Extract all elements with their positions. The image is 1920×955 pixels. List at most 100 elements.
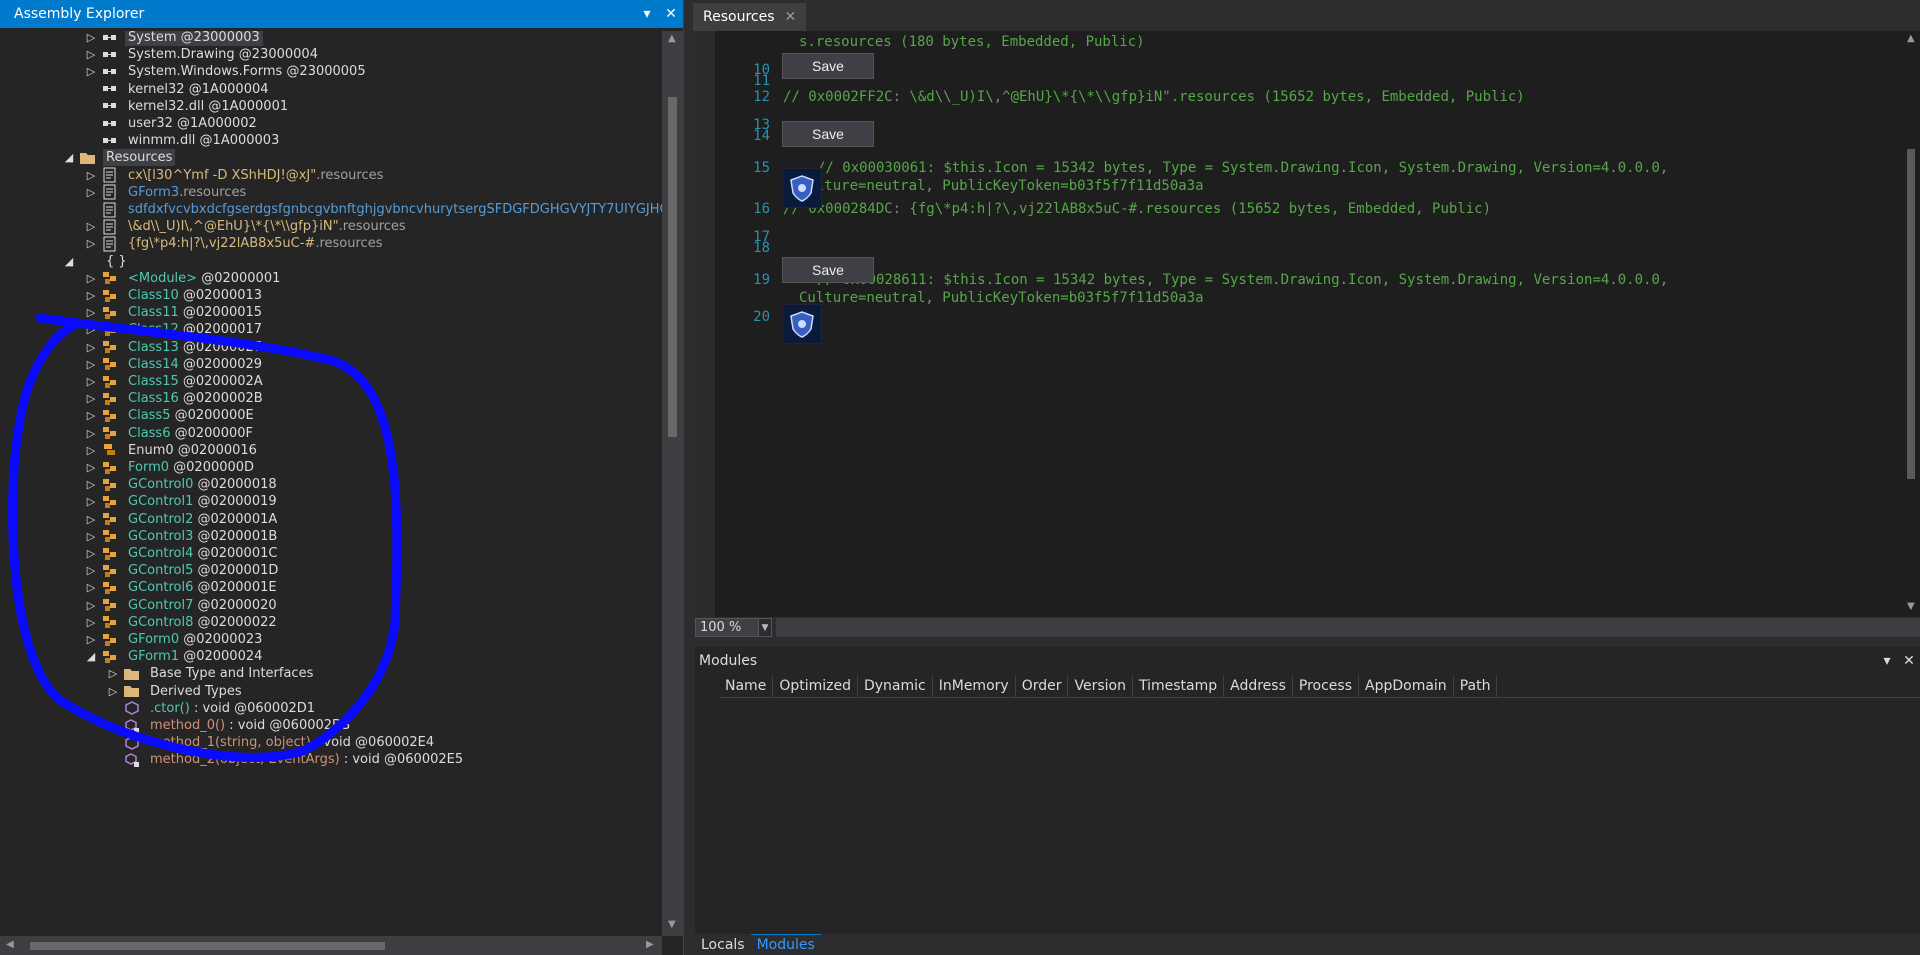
save-button[interactable]: Save: [782, 53, 874, 79]
expand-arrow-icon[interactable]: ▷: [85, 220, 97, 233]
collapse-arrow-icon[interactable]: ◢: [63, 151, 75, 164]
expand-arrow-icon[interactable]: ▷: [85, 31, 97, 44]
scroll-down-icon[interactable]: ▼: [668, 919, 676, 930]
expand-arrow-icon[interactable]: ▷: [85, 478, 97, 491]
tree-node-name: {fg\*p4:h|?\,vj22lAB8x5uC-#: [128, 236, 316, 252]
scrollbar-thumb[interactable]: [30, 942, 385, 950]
reference-icon: [101, 98, 119, 114]
scrollbar-thumb[interactable]: [668, 97, 677, 437]
expand-arrow-icon[interactable]: ▷: [85, 48, 97, 61]
scroll-left-icon[interactable]: ◀: [6, 939, 14, 950]
expand-arrow-icon[interactable]: ▷: [85, 599, 97, 612]
column-header[interactable]: Order: [1016, 675, 1069, 697]
scroll-down-icon[interactable]: ▼: [1907, 601, 1915, 612]
tab-resources[interactable]: Resources ✕: [693, 3, 807, 31]
column-header[interactable]: Timestamp: [1133, 675, 1225, 697]
tree-node-name: Enum0: [128, 442, 174, 458]
tree-node-name: GControl7: [128, 597, 194, 613]
expand-arrow-icon[interactable]: ▷: [85, 444, 97, 457]
class-icon: [101, 374, 119, 390]
expand-arrow-icon[interactable]: ▷: [107, 667, 119, 680]
expand-arrow-icon[interactable]: ▷: [85, 461, 97, 474]
tree-node-detail: .resources: [338, 219, 406, 235]
column-header[interactable]: Address: [1224, 675, 1293, 697]
tree-node[interactable]: ▷ {fg\*p4:h|?\,vj22lAB8x5uC-#.resources: [85, 233, 385, 254]
dropdown-icon[interactable]: ▾: [1876, 653, 1898, 669]
line-number: 11: [753, 73, 770, 89]
editor-vertical-scrollbar[interactable]: ▲ ▼: [1902, 31, 1920, 617]
tree-horizontal-scrollbar[interactable]: ◀ ▶: [0, 936, 662, 955]
chevron-down-icon[interactable]: ▼: [758, 618, 772, 637]
expand-arrow-icon[interactable]: ▷: [85, 341, 97, 354]
tree-node[interactable]: method_2(object, EventArgs) : void @0600…: [107, 749, 466, 770]
editor-horizontal-scrollbar[interactable]: [776, 618, 1920, 637]
save-button[interactable]: Save: [782, 257, 874, 283]
column-header[interactable]: Name: [719, 675, 774, 697]
expand-arrow-icon[interactable]: ▷: [85, 530, 97, 543]
expand-arrow-icon[interactable]: ▷: [85, 306, 97, 319]
tree-node-detail: @1A000002: [172, 116, 257, 131]
tab-locals[interactable]: Locals: [695, 934, 751, 955]
expand-arrow-icon[interactable]: ▷: [85, 427, 97, 440]
line-number: 19: [753, 272, 770, 288]
column-header[interactable]: Dynamic: [858, 675, 933, 697]
column-header[interactable]: AppDomain: [1359, 675, 1454, 697]
tree-vertical-scrollbar[interactable]: ▲ ▼: [662, 31, 683, 936]
resource-code-view[interactable]: s.resources (180 bytes, Embedded, Public…: [695, 31, 1920, 617]
bottom-tabs: Locals Modules: [695, 934, 821, 955]
expand-arrow-icon[interactable]: ▷: [85, 495, 97, 508]
dropdown-icon[interactable]: ▾: [635, 6, 659, 22]
class-icon: [101, 528, 119, 544]
close-tab-icon[interactable]: ✕: [785, 9, 797, 25]
expand-arrow-icon[interactable]: ▷: [107, 685, 119, 698]
expand-arrow-icon[interactable]: ▷: [85, 272, 97, 285]
tree-node-name: GForm3: [128, 184, 180, 200]
column-header[interactable]: Optimized: [773, 675, 858, 697]
expand-arrow-icon[interactable]: ▷: [85, 513, 97, 526]
expand-arrow-icon[interactable]: ▷: [85, 633, 97, 646]
collapse-arrow-icon[interactable]: ◢: [85, 650, 97, 663]
scroll-up-icon[interactable]: ▲: [1907, 33, 1915, 44]
expand-arrow-icon[interactable]: ▷: [85, 237, 97, 250]
expand-arrow-icon[interactable]: ▷: [85, 169, 97, 182]
tree-node-detail: @02000018: [193, 477, 277, 493]
column-header[interactable]: InMemory: [933, 675, 1016, 697]
tree-node-detail: @02000029: [178, 356, 263, 372]
tree-node-detail: @23000003: [176, 31, 260, 45]
expand-arrow-icon[interactable]: ▷: [85, 616, 97, 629]
method-icon: [123, 735, 141, 751]
scrollbar-thumb[interactable]: [1907, 149, 1915, 479]
tree-node-detail: : void @060002E4: [310, 735, 435, 751]
tree-node-name: Base Type and Interfaces: [150, 666, 314, 682]
tree-node-detail: @0200001E: [193, 580, 277, 596]
scroll-right-icon[interactable]: ▶: [646, 939, 654, 950]
expand-arrow-icon[interactable]: ▷: [85, 65, 97, 78]
expand-arrow-icon[interactable]: ▷: [85, 581, 97, 594]
save-button[interactable]: Save: [782, 121, 874, 147]
class-icon: [101, 580, 119, 596]
tree-node-detail: @02000015: [178, 305, 263, 321]
tree-node-name: kernel32: [128, 81, 185, 97]
tab-modules[interactable]: Modules: [750, 934, 821, 955]
expand-arrow-icon[interactable]: ▷: [85, 375, 97, 388]
expand-arrow-icon[interactable]: ▷: [85, 358, 97, 371]
expand-arrow-icon[interactable]: ▷: [85, 547, 97, 560]
class-icon: [101, 408, 119, 424]
column-header[interactable]: Process: [1293, 675, 1359, 697]
expand-arrow-icon[interactable]: ▷: [85, 392, 97, 405]
expand-arrow-icon[interactable]: ▷: [85, 289, 97, 302]
tree-node-name: Class16: [128, 391, 179, 407]
scroll-up-icon[interactable]: ▲: [668, 33, 676, 44]
assembly-tree[interactable]: ▷ System @23000003 ▷ System.Drawing @230000…: [0, 31, 662, 936]
column-header[interactable]: Version: [1068, 675, 1133, 697]
expand-arrow-icon[interactable]: ▷: [85, 564, 97, 577]
close-icon[interactable]: ✕: [659, 6, 683, 22]
expand-arrow-icon[interactable]: ▷: [85, 409, 97, 422]
tree-node-name: System: [128, 31, 177, 45]
zoom-level[interactable]: 100 %: [695, 618, 759, 637]
collapse-arrow-icon[interactable]: ◢: [63, 255, 75, 268]
expand-arrow-icon[interactable]: ▷: [85, 186, 97, 199]
column-header[interactable]: Path: [1454, 675, 1498, 697]
close-icon[interactable]: ✕: [1898, 653, 1920, 669]
expand-arrow-icon[interactable]: ▷: [85, 323, 97, 336]
